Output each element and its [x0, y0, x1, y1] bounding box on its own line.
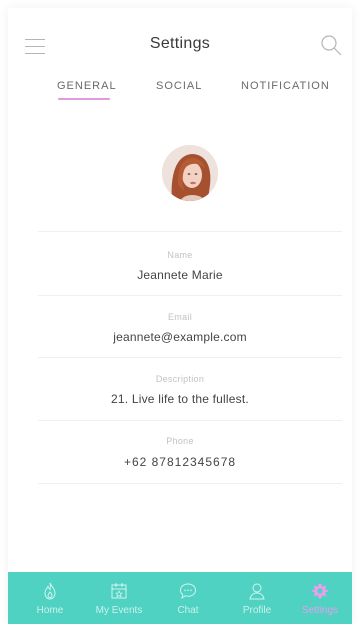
search-icon[interactable] [320, 34, 342, 56]
bottom-navigation: Home My Events Chat Profile Settings [8, 572, 352, 624]
divider [38, 295, 342, 296]
nav-item-chat[interactable]: Chat [156, 572, 220, 624]
chat-bubble-icon [179, 583, 197, 600]
page-title: Settings [149, 35, 211, 52]
nav-item-settings[interactable]: Settings [288, 572, 352, 624]
name-label: Name [167, 250, 193, 260]
header: Settings [0, 26, 360, 66]
nav-label-home: Home [36, 605, 64, 616]
person-icon [249, 583, 265, 600]
nav-label-settings: Settings [301, 605, 339, 616]
tab-bar: GENERAL SOCIAL NOTIFICATION [0, 80, 360, 104]
nav-item-my-events[interactable]: My Events [87, 572, 151, 624]
active-tab-indicator [58, 98, 110, 100]
avatar-photo [162, 145, 218, 201]
phone-label: Phone [166, 436, 194, 446]
divider [38, 483, 342, 484]
description-label: Description [155, 374, 205, 384]
calendar-icon [111, 583, 127, 599]
settings-screen: Settings GENERAL SOCIAL NOTIFICATION Nam… [0, 0, 360, 624]
tab-general[interactable]: GENERAL [57, 80, 117, 92]
tab-notification[interactable]: NOTIFICATION [241, 80, 330, 92]
nav-label-profile: Profile [242, 605, 272, 616]
description-value[interactable]: 21. Live life to the fullest. [0, 392, 360, 406]
nav-label-my-events: My Events [95, 605, 143, 616]
divider [38, 357, 342, 358]
gear-icon [312, 583, 328, 599]
avatar[interactable] [162, 145, 218, 201]
nav-item-home[interactable]: Home [18, 572, 82, 624]
nav-label-chat: Chat [177, 605, 199, 616]
email-label: Email [167, 312, 192, 322]
name-value[interactable]: Jeannete Marie [0, 268, 360, 282]
phone-value[interactable]: +62 87812345678 [0, 455, 360, 469]
divider [38, 231, 342, 232]
nav-item-profile[interactable]: Profile [225, 572, 289, 624]
flame-icon [44, 582, 56, 600]
tab-social[interactable]: SOCIAL [156, 80, 202, 92]
divider [38, 420, 342, 421]
email-value[interactable]: jeannete@example.com [0, 330, 360, 344]
